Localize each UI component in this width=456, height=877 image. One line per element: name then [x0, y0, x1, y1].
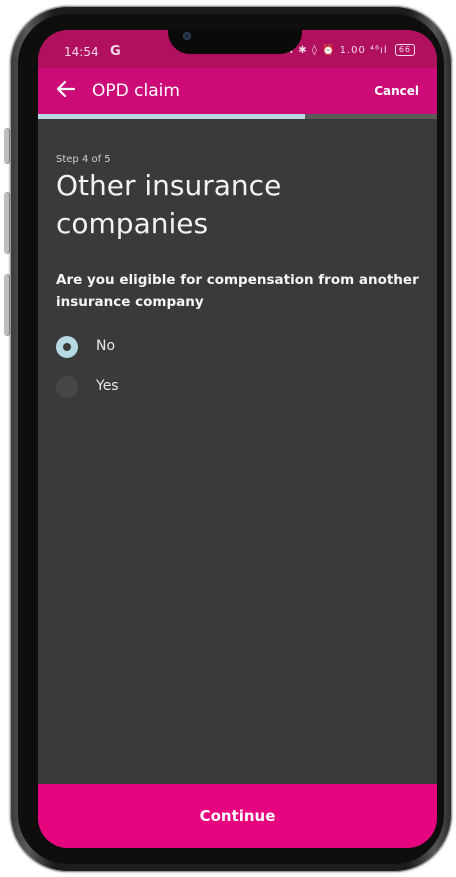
continue-button[interactable]: Continue [38, 784, 437, 848]
radio-button-checked[interactable] [56, 336, 78, 358]
question-label: Are you eligible for compensation from a… [56, 272, 419, 310]
front-camera [183, 32, 191, 40]
radio-label-yes: Yes [96, 378, 119, 394]
cancel-button[interactable]: Cancel [374, 84, 419, 98]
step-label: Step 4 of 5 [56, 154, 111, 165]
radio-option-yes[interactable]: Yes [56, 375, 419, 399]
status-time: 14:54 [64, 45, 99, 59]
radio-option-no[interactable]: No [56, 335, 419, 359]
phone-side-button [4, 128, 10, 164]
page-title: Other insurance companies [56, 169, 282, 240]
phone-volume-down-button [4, 274, 10, 336]
app-bar: OPD claim Cancel [38, 68, 437, 114]
phone-volume-up-button [4, 192, 10, 254]
progress-bar-fill [38, 114, 306, 119]
google-g-icon: G [110, 44, 121, 59]
radio-label-no: No [96, 338, 116, 354]
battery-icon: 66 [394, 44, 415, 56]
status-indicators-icon: N ✱ ◊ ⏰ 1.00 ⁴⁶ıl [285, 45, 388, 56]
page-title-appbar: OPD claim [92, 81, 180, 101]
progress-bar [38, 114, 437, 119]
main-content: Step 4 of 5 Other insurance companies Ar… [56, 154, 419, 415]
status-icons: N ✱ ◊ ⏰ 1.00 ⁴⁶ıl 66 [286, 44, 415, 56]
arrow-left-icon[interactable] [54, 77, 78, 101]
app-screen: 14:54 G N ✱ ◊ ⏰ 1.00 ⁴⁶ıl 66 OPD claim C… [38, 30, 437, 848]
radio-button-unchecked[interactable] [56, 376, 78, 398]
